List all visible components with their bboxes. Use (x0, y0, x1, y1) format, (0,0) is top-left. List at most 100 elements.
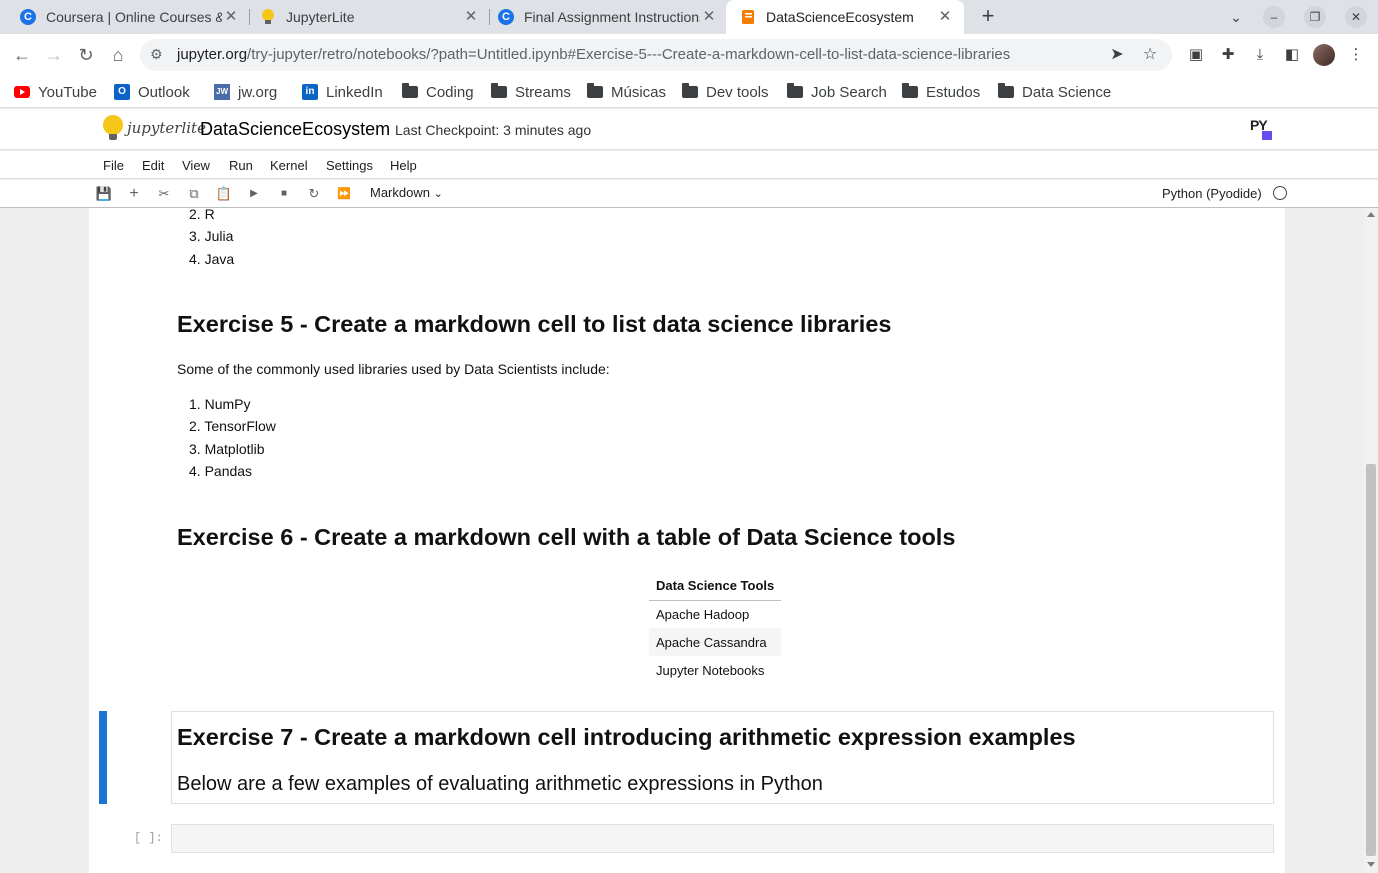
minimize-icon[interactable]: – (1263, 6, 1285, 28)
send-icon[interactable]: ➤ (1106, 44, 1128, 66)
notebook-title[interactable]: DataScienceEcosystem (200, 119, 390, 140)
table-header: Data Science Tools (649, 573, 782, 601)
folder-icon (998, 83, 1014, 99)
cut-scissors-icon[interactable]: ✂ (155, 185, 173, 203)
browser-toolbar: ← → ↻ ⌂ ⚙ jupyter.org/try-jupyter/retro/… (0, 34, 1378, 76)
menu-edit[interactable]: Edit (142, 158, 164, 173)
table-row: Apache Hadoop (649, 600, 781, 628)
notebook-scroll-area[interactable]: 2. R 3. Julia 4. Java Exercise 5 - Creat… (0, 208, 1364, 873)
list-item: 1. NumPy (189, 396, 251, 412)
scrollbar-thumb[interactable] (1366, 464, 1376, 856)
list-item: 2. TensorFlow (189, 418, 276, 435)
window-close-icon[interactable]: ✕ (1345, 6, 1367, 28)
list-item: 4. Pandas (189, 462, 253, 479)
chevron-down-icon: ⌄ (433, 188, 443, 200)
notebook-toolbar: 💾 + ✂ ⧉ 📋 ▶ ■ ↻ ⏩ Markdown ⌄ Python (Pyo… (0, 180, 1378, 208)
jupyter-header: jupyterlite DataScienceEcosystem Last Ch… (0, 109, 1378, 150)
tab-title: DataScienceEcosystem (766, 9, 914, 25)
kernel-idle-status-icon (1273, 186, 1287, 200)
tab-title: Final Assignment Instructions (524, 9, 700, 25)
bookmark-folder-job-search[interactable]: Job Search (787, 82, 887, 102)
side-panel-icon[interactable]: ◧ (1281, 44, 1303, 66)
vertical-scrollbar[interactable] (1364, 208, 1378, 873)
youtube-icon (14, 85, 30, 99)
code-cell-prompt: [ ]: (134, 831, 163, 845)
bookmarks-bar: YouTube O Outlook JW jw.org in LinkedIn Cod… (0, 76, 1378, 108)
coursera-icon: C (20, 9, 36, 25)
bookmark-folder-musicas[interactable]: Músicas (587, 82, 666, 102)
cell-type-select[interactable]: Markdown ⌄ (370, 185, 443, 200)
bookmark-folder-coding[interactable]: Coding (402, 82, 474, 102)
run-play-icon[interactable]: ▶ (245, 185, 263, 203)
close-icon[interactable]: ✕ (462, 8, 480, 26)
close-icon[interactable]: ✕ (700, 8, 718, 26)
forward-arrow-icon[interactable]: → (42, 43, 66, 67)
bookmark-jw-org[interactable]: JW jw.org (214, 82, 277, 102)
close-icon[interactable]: ✕ (222, 8, 240, 26)
pyodide-python-icon: PY (1250, 117, 1274, 141)
last-checkpoint: Last Checkpoint: 3 minutes ago (395, 122, 592, 138)
code-cell-input[interactable] (171, 824, 1274, 853)
url-text[interactable]: jupyter.org/try-jupyter/retro/notebooks/… (177, 46, 1010, 63)
paste-clipboard-icon[interactable]: 📋 (215, 185, 233, 203)
folder-icon (787, 83, 803, 99)
list-item: 4. Java (189, 250, 235, 267)
bookmark-folder-streams[interactable]: Streams (491, 82, 571, 102)
scroll-down-arrow-icon[interactable] (1367, 862, 1375, 867)
profile-avatar[interactable] (1313, 44, 1335, 66)
tab-title: JupyterLite (286, 9, 355, 25)
menu-bar: File Edit View Run Kernel Settings Help (0, 151, 1378, 179)
home-icon[interactable]: ⌂ (106, 43, 130, 67)
bookmark-folder-data-science[interactable]: Data Science (998, 82, 1111, 102)
save-icon[interactable]: 💾 (95, 185, 113, 203)
bookmark-outlook[interactable]: O Outlook (114, 82, 190, 102)
menu-view[interactable]: View (182, 158, 210, 173)
tab-coursera[interactable]: C Coursera | Online Courses & Credential… (6, 0, 250, 34)
address-bar[interactable]: ⚙ jupyter.org/try-jupyter/retro/notebook… (140, 39, 1172, 71)
folder-icon (902, 83, 918, 99)
kernel-name[interactable]: Python (Pyodide) (1162, 186, 1262, 201)
kebab-menu-icon[interactable]: ⋮ (1345, 44, 1367, 66)
list-item: 3. Julia (189, 228, 234, 245)
back-arrow-icon[interactable]: ← (10, 43, 34, 67)
menu-run[interactable]: Run (229, 158, 253, 173)
exercise-5-intro: Some of the commonly used libraries used… (177, 361, 610, 377)
list-item: 3. Matplotlib (189, 440, 265, 457)
stop-square-icon[interactable]: ■ (275, 185, 293, 203)
tab-title: Coursera | Online Courses & Credentials (46, 9, 222, 25)
data-science-tools-table: Data Science Tools Apache Hadoop Apache … (649, 573, 782, 684)
copy-icon[interactable]: ⧉ (185, 185, 203, 203)
restart-kernel-icon[interactable]: ↻ (305, 185, 323, 203)
bookmark-folder-dev-tools[interactable]: Dev tools (682, 82, 769, 102)
tab-final-assignment[interactable]: C Final Assignment Instructions ✕ (484, 0, 728, 34)
list-item: 2. R (189, 208, 215, 222)
extensions-puzzle-icon[interactable]: ✚ (1217, 44, 1239, 66)
languages-list: 2. R 3. Julia 4. Java (189, 208, 234, 270)
menu-settings[interactable]: Settings (326, 158, 373, 173)
new-tab-plus-icon[interactable]: + (976, 5, 1000, 29)
logo-wordmark: jupyterlite (127, 119, 206, 137)
close-icon[interactable]: ✕ (936, 8, 954, 26)
tab-search-chevron-icon[interactable]: ⌄ (1225, 6, 1247, 28)
add-cell-plus-icon[interactable]: + (125, 185, 143, 203)
table-row: Apache Cassandra (649, 628, 782, 656)
run-all-fast-forward-icon[interactable]: ⏩ (335, 185, 353, 203)
tab-jupyterlite[interactable]: JupyterLite ✕ (246, 0, 490, 34)
bookmark-linkedin[interactable]: in LinkedIn (302, 82, 383, 102)
menu-kernel[interactable]: Kernel (270, 158, 308, 173)
site-info-icon[interactable]: ⚙ (150, 46, 163, 63)
cast-icon[interactable]: ▣ (1185, 44, 1207, 66)
download-icon[interactable]: ⤓ (1249, 44, 1271, 66)
jupyterlite-logo[interactable]: jupyterlite (103, 115, 206, 141)
reload-icon[interactable]: ↻ (74, 43, 98, 67)
bookmark-folder-estudos[interactable]: Estudos (902, 82, 980, 102)
menu-help[interactable]: Help (390, 158, 417, 173)
bookmark-youtube[interactable]: YouTube (14, 82, 97, 102)
coursera-icon: C (498, 9, 514, 25)
tab-datascienceecosystem[interactable]: DataScienceEcosystem ✕ (726, 0, 964, 34)
bookmark-star-icon[interactable]: ☆ (1139, 44, 1161, 66)
folder-icon (402, 83, 418, 99)
menu-file[interactable]: File (103, 158, 124, 173)
scroll-up-arrow-icon[interactable] (1367, 212, 1375, 217)
restore-icon[interactable]: ❐ (1304, 6, 1326, 28)
